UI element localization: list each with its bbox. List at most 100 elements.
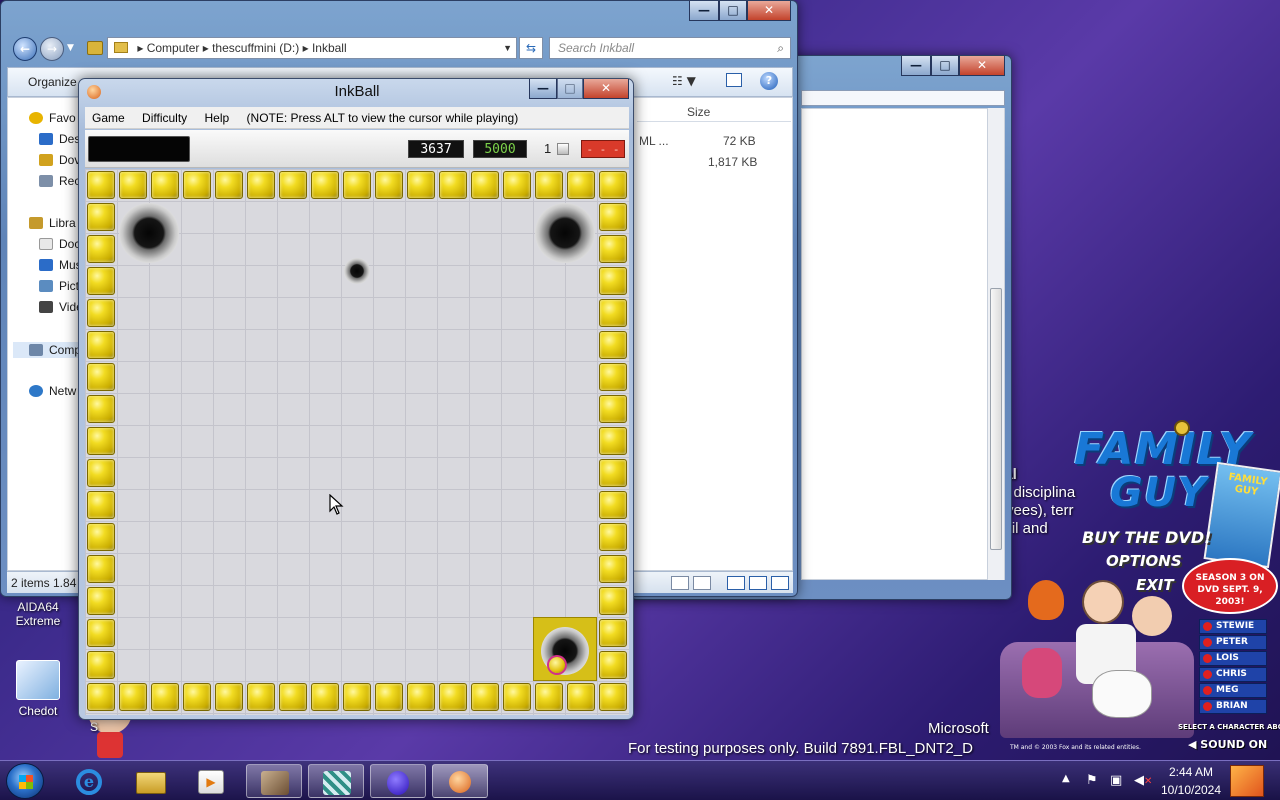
wall-block (87, 395, 115, 423)
taskbar-internet-explorer[interactable]: e (60, 764, 116, 798)
wall-block (183, 171, 211, 199)
character-meg[interactable]: MEG (1199, 683, 1267, 698)
pane-toggle-button[interactable] (749, 576, 767, 590)
network-icon (29, 385, 43, 397)
nav-item-favorites[interactable]: Favo (29, 111, 76, 125)
search-placeholder: Search Inkball (558, 41, 635, 55)
wall-block (439, 683, 467, 711)
wall-block (151, 171, 179, 199)
address-bar[interactable]: ▸ Computer ▸ thescuffmini (D:) ▸ Inkball… (107, 37, 517, 59)
nav-item-desktop[interactable]: Des (39, 132, 80, 146)
network-tray-icon[interactable]: ▣ (1110, 773, 1122, 788)
taskbar-mahjong[interactable] (308, 764, 364, 798)
breadcrumb-inkball[interactable]: Inkball (312, 41, 347, 55)
speaker-icon: ◀ (1188, 738, 1201, 751)
nav-item-downloads[interactable]: Dov (39, 153, 80, 167)
next-ball-display (88, 136, 190, 162)
thumbnails-view-button[interactable] (693, 576, 711, 590)
search-input[interactable]: Search Inkball ⌕ (549, 37, 791, 59)
wall-block (87, 555, 115, 583)
file-row-size: 72 KB (723, 134, 756, 148)
recent-pages-dropdown[interactable]: ▼ (67, 43, 74, 53)
volume-muted-icon[interactable]: ◀✕ (1134, 773, 1152, 788)
maximize-button[interactable]: □ (931, 56, 959, 76)
column-header-size[interactable]: Size (687, 105, 710, 119)
nav-item-computer[interactable]: Comp (13, 342, 81, 358)
menu-help[interactable]: Help (205, 111, 230, 125)
buy-dvd-button[interactable]: BUY THE DVD! (1082, 528, 1211, 547)
recent-icon (39, 175, 53, 187)
character-stewie[interactable]: STEWIE (1199, 619, 1267, 634)
wall-block (503, 171, 531, 199)
desktop-icon-chedot[interactable]: Chedot (0, 660, 76, 718)
nav-item-network[interactable]: Netw (29, 384, 76, 398)
wall-block (87, 491, 115, 519)
taskbar-inkball[interactable] (432, 764, 488, 798)
wall-block (247, 171, 275, 199)
wall-block (599, 299, 627, 327)
wall-block (439, 171, 467, 199)
refresh-button[interactable]: ⇆ (519, 37, 543, 59)
close-button[interactable]: ✕ (583, 79, 629, 99)
forward-button[interactable]: → (40, 37, 64, 61)
action-center-icon[interactable]: ⚑ (1086, 773, 1098, 788)
nav-item-pictures[interactable]: Pict (39, 279, 79, 293)
minimize-button[interactable]: — (901, 56, 931, 76)
show-hidden-icons-button[interactable]: ▲ (1062, 773, 1070, 784)
game-board[interactable] (85, 169, 629, 715)
breadcrumb-drive[interactable]: thescuffmini (D:) (212, 41, 299, 55)
maximize-button[interactable]: □ (557, 79, 583, 99)
inkball-window[interactable]: InkBall — □ ✕ Game Difficulty Help (NOTE… (78, 78, 634, 720)
gray-hole (535, 203, 595, 263)
wall-block (471, 171, 499, 199)
clock[interactable]: 2:44 AM 10/10/2024 (1158, 765, 1224, 797)
preview-pane-button[interactable] (726, 73, 742, 87)
minimize-button[interactable]: — (689, 1, 719, 21)
character-chris[interactable]: CHRIS (1199, 667, 1267, 682)
wall-block (87, 235, 115, 263)
minimize-button[interactable]: — (529, 79, 557, 99)
chris-figure (1132, 596, 1172, 636)
organize-button[interactable]: Organize (28, 75, 77, 89)
pane-toggle-button[interactable] (771, 576, 789, 590)
pane-toggle-button[interactable] (727, 576, 745, 590)
close-button[interactable]: ✕ (747, 1, 791, 21)
maximize-button[interactable]: □ (719, 1, 747, 21)
details-view-button[interactable] (671, 576, 689, 590)
back-button[interactable]: ← (13, 37, 37, 61)
character-peter[interactable]: PETER (1199, 635, 1267, 650)
sound-toggle[interactable]: ◀ SOUND ON (1188, 738, 1267, 751)
help-button[interactable]: ? (760, 72, 778, 90)
menu-difficulty[interactable]: Difficulty (142, 111, 187, 125)
wall-block (247, 683, 275, 711)
arrow-left-icon: ← (19, 42, 31, 56)
nav-item-libraries[interactable]: Libra (29, 216, 76, 230)
taskbar-file-explorer[interactable] (122, 764, 178, 798)
nav-item-documents[interactable]: Doc (39, 237, 80, 251)
wall-block (183, 683, 211, 711)
wall-block (599, 555, 627, 583)
menu-game[interactable]: Game (92, 111, 125, 125)
show-desktop-button[interactable] (1230, 765, 1264, 797)
chevron-down-icon[interactable]: ▼ (503, 38, 512, 58)
wall-block (87, 331, 115, 359)
close-button[interactable]: ✕ (959, 56, 1005, 76)
desktop-icon-aida64[interactable]: AIDA64 Extreme (0, 600, 76, 628)
view-options-button[interactable]: ☷ ▼ (672, 74, 696, 88)
options-button[interactable]: OPTIONS (1106, 552, 1182, 570)
meg-figure (1022, 648, 1062, 698)
character-brian[interactable]: BRIAN (1199, 699, 1267, 714)
start-button[interactable] (6, 763, 44, 799)
taskbar-purble-place[interactable] (370, 764, 426, 798)
desktop-icon-label: Chedot (18, 704, 58, 718)
wall-block (599, 523, 627, 551)
search-icon: ⌕ (777, 41, 784, 55)
character-lois[interactable]: LOIS (1199, 651, 1267, 666)
taskbar-chess-titans[interactable] (246, 764, 302, 798)
taskbar-media-player[interactable]: ▶ (184, 764, 240, 798)
nav-item-recent[interactable]: Rec (39, 174, 80, 188)
breadcrumb-computer[interactable]: Computer (147, 41, 200, 55)
nav-item-music[interactable]: Mus (39, 258, 82, 272)
nav-item-videos[interactable]: Vide (39, 300, 83, 314)
folder-icon (114, 42, 128, 53)
